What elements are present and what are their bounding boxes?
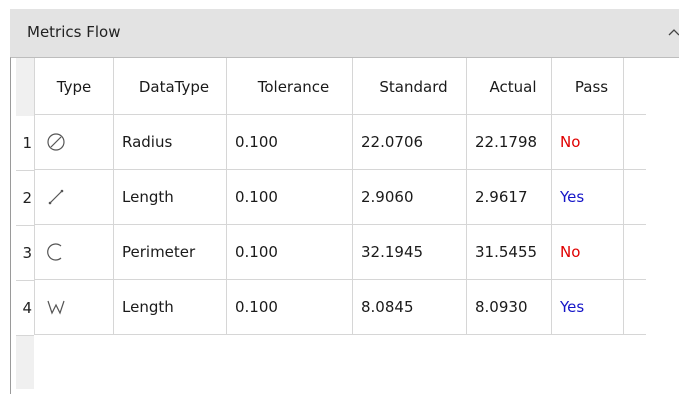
standard-cell[interactable]: 8.0845 (353, 280, 467, 334)
pass-cell[interactable]: Yes (552, 280, 624, 334)
column-header-actual[interactable]: Actual (467, 58, 552, 114)
pass-cell[interactable]: No (552, 115, 624, 169)
table-row[interactable]: Perimeter 0.100 32.1945 31.5455 No (35, 225, 646, 280)
column-header-tolerance[interactable]: Tolerance (227, 58, 353, 114)
row-number[interactable]: 2 (16, 171, 34, 226)
column-header-type[interactable]: Type (35, 58, 114, 114)
datatype-cell[interactable]: Perimeter (114, 225, 227, 279)
type-cell[interactable] (35, 280, 114, 334)
actual-cell[interactable]: 8.0930 (467, 280, 552, 334)
pass-cell[interactable]: Yes (552, 170, 624, 224)
datatype-cell[interactable]: Length (114, 170, 227, 224)
actual-cell[interactable]: 22.1798 (467, 115, 552, 169)
chevron-up-icon[interactable] (667, 26, 679, 40)
table-row[interactable]: Length 0.100 8.0845 8.0930 Yes (35, 280, 646, 335)
panel-title: Metrics Flow (27, 23, 121, 41)
actual-cell[interactable]: 31.5455 (467, 225, 552, 279)
type-cell[interactable] (35, 225, 114, 279)
table-row[interactable]: Radius 0.100 22.0706 22.1798 No (35, 115, 646, 170)
tolerance-cell[interactable]: 0.100 (227, 115, 353, 169)
row-number[interactable]: 1 (16, 116, 34, 171)
type-cell[interactable] (35, 170, 114, 224)
datatype-cell[interactable]: Radius (114, 115, 227, 169)
tolerance-cell[interactable]: 0.100 (227, 170, 353, 224)
panel-header[interactable]: Metrics Flow (10, 9, 679, 57)
standard-cell[interactable]: 32.1945 (353, 225, 467, 279)
tolerance-cell[interactable]: 0.100 (227, 280, 353, 334)
polyline-length-icon (47, 300, 65, 315)
column-header-standard[interactable]: Standard (353, 58, 467, 114)
standard-cell[interactable]: 22.0706 (353, 115, 467, 169)
table-row[interactable]: Length 0.100 2.9060 2.9617 Yes (35, 170, 646, 225)
arc-perimeter-icon (47, 243, 62, 261)
row-number[interactable]: 3 (16, 226, 34, 281)
column-header-pass[interactable]: Pass (552, 58, 624, 114)
actual-cell[interactable]: 2.9617 (467, 170, 552, 224)
standard-cell[interactable]: 2.9060 (353, 170, 467, 224)
metrics-table: Type DataType Tolerance Standard Actual … (34, 58, 646, 335)
circle-diameter-icon (47, 133, 65, 151)
type-cell[interactable] (35, 115, 114, 169)
window-top-strip (0, 0, 679, 9)
row-number[interactable]: 4 (16, 281, 34, 336)
datatype-cell[interactable]: Length (114, 280, 227, 334)
table-header-row: Type DataType Tolerance Standard Actual … (35, 58, 646, 115)
line-length-icon (48, 189, 64, 205)
pass-cell[interactable]: No (552, 225, 624, 279)
tolerance-cell[interactable]: 0.100 (227, 225, 353, 279)
column-header-datatype[interactable]: DataType (114, 58, 227, 114)
